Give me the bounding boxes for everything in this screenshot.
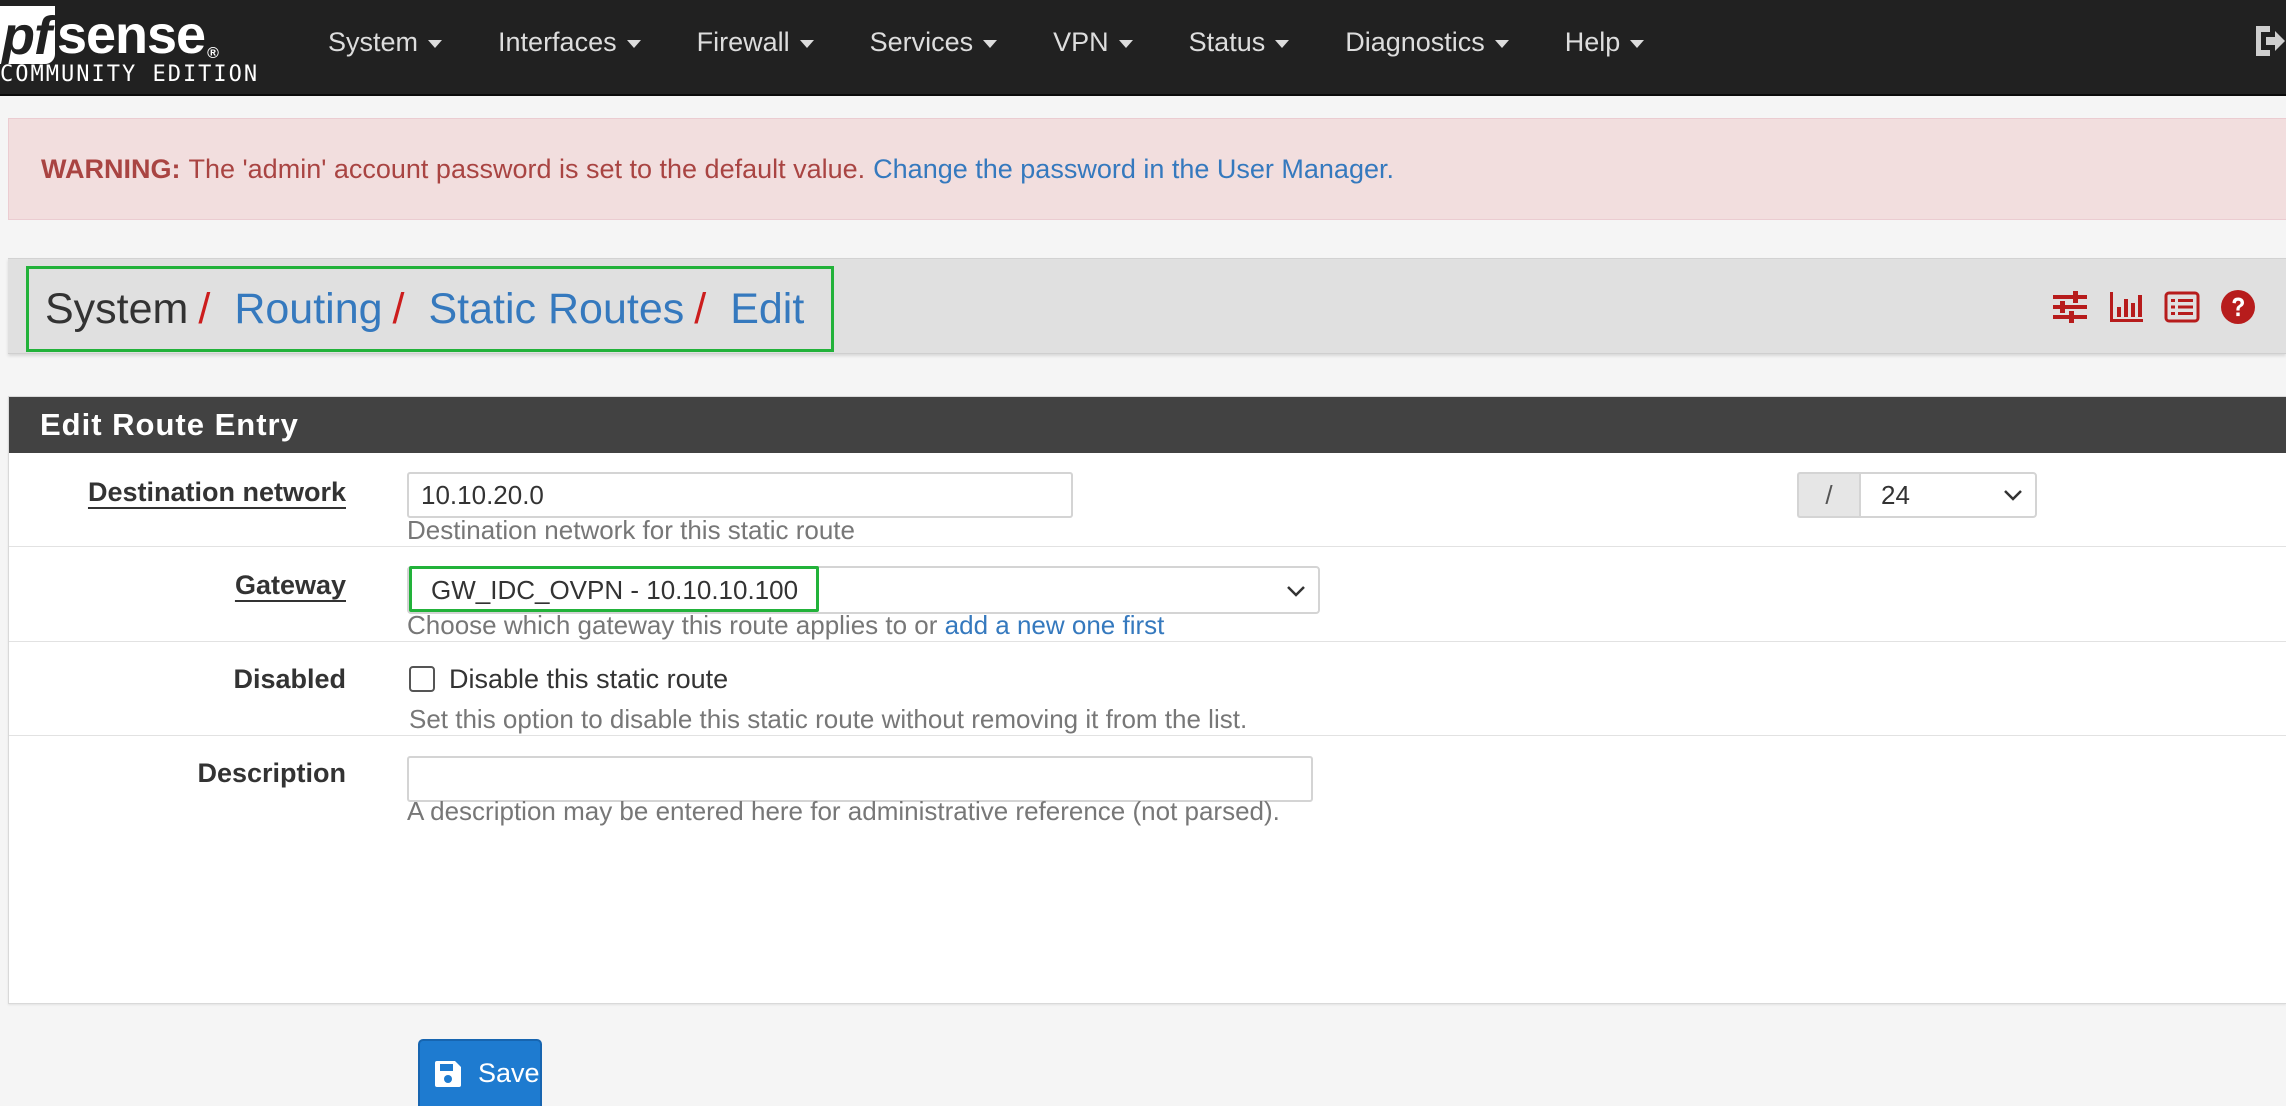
warning-message: The 'admin' account password is set to t… <box>188 153 866 184</box>
chevron-down-icon <box>1287 586 1305 597</box>
destination-network-row: Destination network Destination network … <box>9 453 2286 547</box>
subnet-slash: / <box>1797 472 1859 518</box>
panel-title: Edit Route Entry <box>9 397 2286 453</box>
save-icon <box>435 1060 461 1087</box>
save-button[interactable]: Save <box>418 1039 542 1106</box>
add-gateway-link[interactable]: add a new one first <box>945 610 1165 640</box>
nav-diagnostics[interactable]: Diagnostics <box>1317 0 1537 84</box>
subnet-mask-value: 24 <box>1881 479 1910 510</box>
disable-route-checkbox-label[interactable]: Disable this static route <box>449 664 728 695</box>
chevron-down-icon <box>2004 490 2022 501</box>
breadcrumb-system: System <box>45 284 189 333</box>
description-row: Description A description may be entered… <box>9 736 2286 830</box>
caret-down-icon <box>1275 40 1290 48</box>
gateway-label: Gateway <box>234 570 346 600</box>
caret-down-icon <box>1630 40 1645 48</box>
list-icon[interactable] <box>2164 289 2200 325</box>
top-navbar: pf sense ® COMMUNITY EDITION System Interf… <box>0 0 2286 96</box>
breadcrumb-separator: / <box>392 284 405 333</box>
nav-help[interactable]: Help <box>1537 0 1673 84</box>
breadcrumb-bar: System / Routing / Static Routes / Edit <box>8 258 2286 354</box>
description-label: Description <box>197 758 346 788</box>
nav-system[interactable]: System <box>300 0 470 84</box>
brand-edition: COMMUNITY EDITION <box>0 62 260 87</box>
caret-down-icon <box>1494 40 1509 48</box>
gateway-select[interactable]: GW_IDC_OVPN - 10.10.10.100 <box>407 566 1320 614</box>
warning-prefix: WARNING: <box>41 153 181 184</box>
brand-logo[interactable]: pf sense ® COMMUNITY EDITION <box>0 2 280 92</box>
page-tools <box>2052 289 2256 325</box>
gateway-highlight <box>409 566 819 612</box>
breadcrumb-separator: / <box>198 284 211 333</box>
description-help: A description may be entered here for ad… <box>407 796 1280 826</box>
nav-vpn[interactable]: VPN <box>1025 0 1161 84</box>
user-manager-link[interactable]: Change the password in the User Manager. <box>873 154 1394 185</box>
breadcrumb-separator: / <box>694 284 707 333</box>
gateway-help: Choose which gateway this route applies … <box>407 610 1165 640</box>
caret-down-icon <box>1118 40 1133 48</box>
disable-route-checkbox[interactable] <box>409 666 435 692</box>
nav-firewall[interactable]: Firewall <box>669 0 842 84</box>
pfsense-logo: pf sense ® <box>0 5 219 66</box>
nav-services[interactable]: Services <box>842 0 1026 84</box>
breadcrumb-edit[interactable]: Edit <box>730 285 804 334</box>
destination-network-input[interactable] <box>407 472 1073 518</box>
sliders-icon[interactable] <box>2052 289 2088 325</box>
caret-down-icon <box>626 40 641 48</box>
default-password-warning: WARNING: The 'admin' account password is… <box>8 118 2286 220</box>
disabled-row: Disabled Disable this static route Set t… <box>9 642 2286 736</box>
caret-down-icon <box>983 40 998 48</box>
disabled-label: Disabled <box>233 664 346 694</box>
disabled-help: Set this option to disable this static r… <box>409 704 1248 734</box>
breadcrumb-static-routes[interactable]: Static Routes <box>429 285 685 334</box>
help-icon[interactable] <box>2220 289 2256 325</box>
bar-chart-icon[interactable] <box>2108 289 2144 325</box>
save-button-label: Save <box>478 1058 540 1088</box>
destination-network-help: Destination network for this static rout… <box>407 515 855 545</box>
gateway-row: Gateway GW_IDC_OVPN - 10.10.10.100 Choos… <box>9 547 2286 642</box>
caret-down-icon <box>428 40 443 48</box>
subnet-mask-select[interactable]: 24 <box>1859 472 2037 518</box>
main-menu: System Interfaces Firewall Services VPN … <box>300 0 1672 84</box>
breadcrumb-routing[interactable]: Routing <box>234 285 382 334</box>
breadcrumb: System / Routing / Static Routes / Edit <box>26 266 834 352</box>
edit-route-panel: Edit Route Entry Destination network Des… <box>8 396 2286 1004</box>
nav-interfaces[interactable]: Interfaces <box>470 0 669 84</box>
destination-network-label: Destination network <box>87 477 346 507</box>
nav-status[interactable]: Status <box>1161 0 1318 84</box>
logout-icon[interactable] <box>2252 22 2286 60</box>
caret-down-icon <box>799 40 814 48</box>
